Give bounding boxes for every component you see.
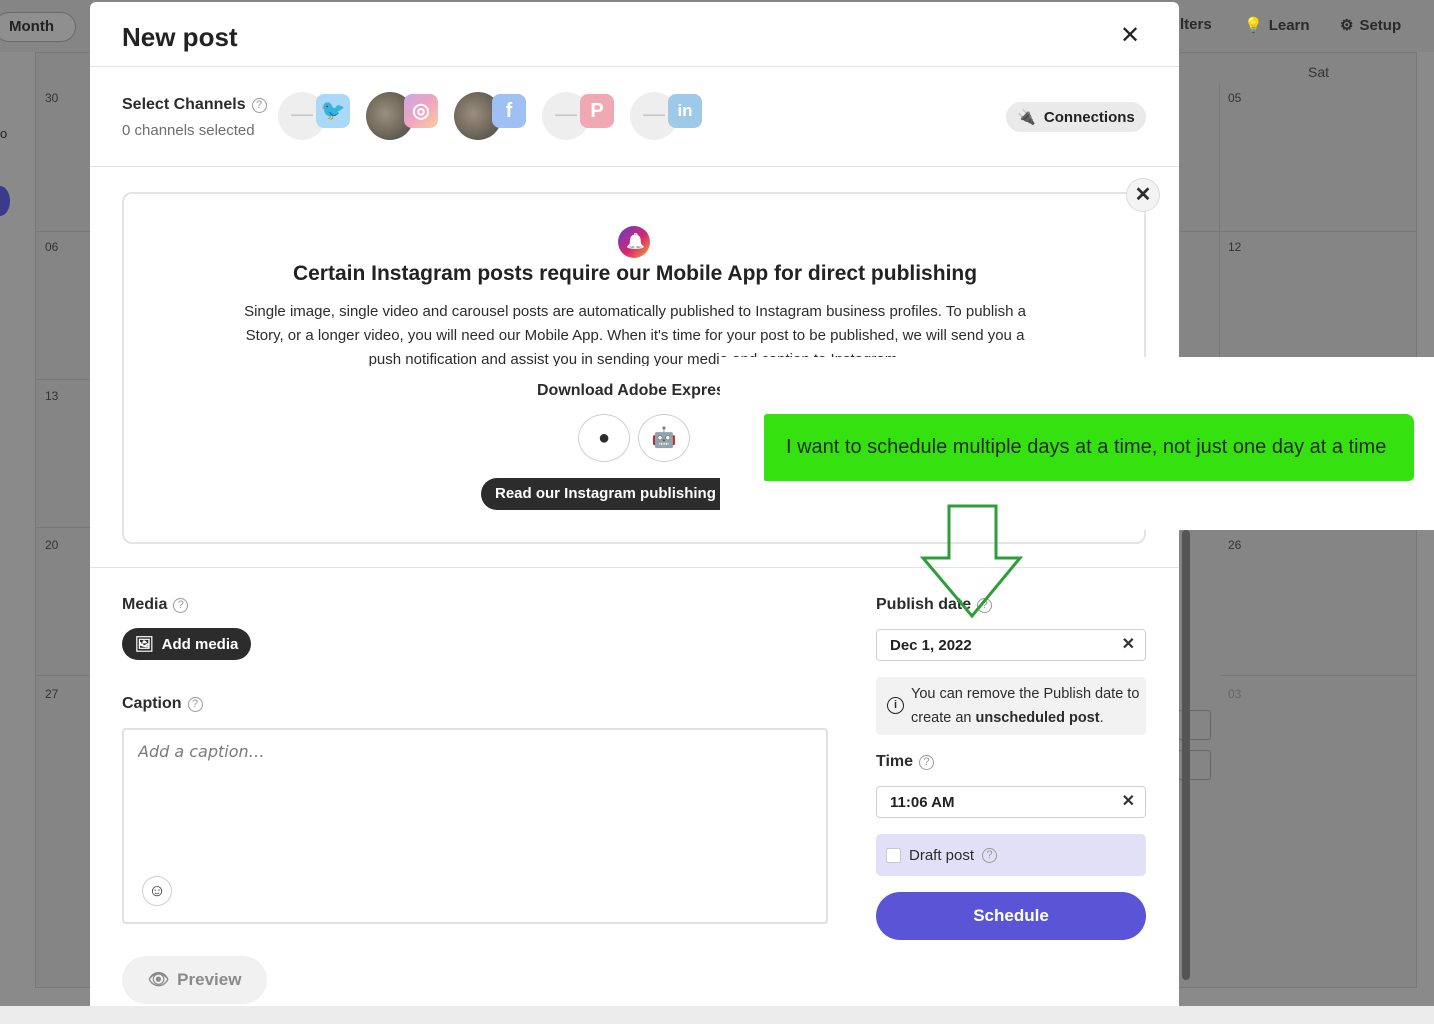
- date-number: 12: [1228, 240, 1242, 254]
- apple-icon: ●: [597, 427, 611, 449]
- caption-label: Caption ?: [122, 695, 203, 713]
- date-number: 26: [1228, 538, 1242, 552]
- calendar-cell[interactable]: [1180, 84, 1220, 232]
- date-number: 03: [1228, 687, 1242, 701]
- google-play-button[interactable]: 🤖: [638, 414, 690, 462]
- draft-checkbox[interactable]: [886, 847, 901, 863]
- facebook-icon: f: [492, 94, 526, 128]
- caption-label-text: Caption: [122, 695, 182, 712]
- media-label: Media ?: [122, 596, 189, 614]
- time-label-text: Time: [876, 753, 914, 770]
- schedule-button[interactable]: Schedule: [876, 892, 1146, 940]
- lightbulb-icon: 💡: [1244, 17, 1263, 34]
- calendar-cell[interactable]: [1220, 528, 1417, 676]
- info-text-bold: unscheduled post: [975, 710, 1100, 726]
- media-label-text: Media: [122, 596, 168, 613]
- preview-button[interactable]: 👁 Preview: [122, 956, 267, 1004]
- download-label: Download Adobe Express: [537, 382, 721, 399]
- notice-title: Certain Instagram posts require our Mobi…: [292, 262, 978, 285]
- date-number: 05: [1228, 91, 1242, 105]
- connections-label: Connections: [1043, 108, 1135, 126]
- add-media-label: Add media: [161, 635, 239, 653]
- calendar-cell[interactable]: [35, 676, 91, 988]
- date-number: 13: [45, 389, 59, 403]
- sidebar-edge-text: o: [0, 126, 8, 141]
- android-icon: 🤖: [651, 427, 677, 449]
- month-view-button[interactable]: Month: [0, 12, 76, 42]
- calendar-cell[interactable]: [35, 528, 91, 676]
- help-icon[interactable]: ?: [251, 97, 267, 113]
- instagram-guide-button[interactable]: Read our Instagram publishing guide: [481, 478, 720, 510]
- linkedin-icon: in: [668, 94, 702, 128]
- learn-button[interactable]: 💡 Learn: [1244, 16, 1310, 35]
- instagram-icon: ◎: [404, 94, 438, 128]
- channel-linkedin[interactable]: — in: [630, 92, 720, 144]
- image-icon: 🖼: [134, 636, 154, 653]
- down-arrow-icon: [920, 504, 1024, 619]
- channels-selected-count: 0 channels selected: [122, 122, 255, 139]
- weekday-header-sat: Sat: [1308, 64, 1330, 80]
- scrollbar[interactable]: [1182, 530, 1190, 980]
- add-media-button[interactable]: 🖼 Add media: [122, 628, 251, 660]
- caption-input[interactable]: [138, 742, 808, 872]
- twitter-icon: 🐦: [316, 94, 350, 128]
- date-number: 30: [45, 91, 59, 105]
- publish-date-info: i You can remove the Publish date to cre…: [876, 677, 1146, 735]
- channel-instagram[interactable]: ◎: [366, 92, 456, 144]
- preview-label: Preview: [177, 970, 242, 989]
- learn-label: Learn: [1268, 16, 1310, 34]
- apple-app-store-button[interactable]: ●: [578, 414, 630, 462]
- plug-icon: 🔌: [1017, 109, 1036, 126]
- date-number: 20: [45, 538, 59, 552]
- help-icon[interactable]: ?: [187, 696, 203, 712]
- help-icon[interactable]: ?: [982, 847, 998, 863]
- annotation-note: I want to schedule multiple days at a ti…: [764, 414, 1414, 481]
- time-value: 11:06 AM: [890, 793, 955, 811]
- draft-post-toggle[interactable]: Draft post ?: [876, 834, 1146, 876]
- publish-date-value: Dec 1, 2022: [890, 636, 972, 654]
- setup-label: Setup: [1359, 16, 1402, 34]
- emoji-icon[interactable]: ☺: [142, 876, 172, 906]
- pinterest-icon: P: [580, 94, 614, 128]
- sidebar-edge-avatar: [0, 186, 10, 216]
- channel-twitter[interactable]: — 🐦: [278, 92, 368, 144]
- calendar-cell[interactable]: [1220, 84, 1417, 232]
- select-channels-text: Select Channels: [122, 96, 246, 113]
- close-icon[interactable]: ✕: [1116, 22, 1144, 50]
- close-icon[interactable]: ✕: [1126, 178, 1160, 212]
- select-channels-label: Select Channels ?: [122, 96, 267, 114]
- caption-field: ☺: [122, 728, 828, 924]
- filters-label: lters: [1180, 16, 1212, 33]
- calendar-cell[interactable]: [35, 232, 91, 380]
- help-icon[interactable]: ?: [173, 597, 189, 613]
- calendar-cell[interactable]: [35, 84, 91, 232]
- divider: [90, 66, 1179, 67]
- gear-icon: ⚙: [1340, 17, 1354, 34]
- info-icon: i: [887, 697, 904, 714]
- setup-button[interactable]: ⚙ Setup: [1340, 16, 1402, 35]
- clear-icon[interactable]: ✕: [1122, 634, 1135, 654]
- divider: [90, 166, 1179, 167]
- connections-button[interactable]: 🔌 Connections: [1006, 102, 1146, 132]
- info-text-suffix: .: [1099, 710, 1104, 726]
- bell-icon: [618, 226, 650, 258]
- page-bottom-strip: [0, 1006, 1434, 1024]
- eye-icon: 👁: [147, 970, 170, 989]
- modal-title: New post: [122, 22, 238, 52]
- time-input[interactable]: 11:06 AM ✕: [876, 786, 1146, 818]
- calendar-cell[interactable]: [35, 380, 91, 528]
- date-number: 27: [45, 687, 59, 701]
- clear-icon[interactable]: ✕: [1122, 791, 1135, 811]
- channel-pinterest[interactable]: — P: [542, 92, 632, 144]
- publish-date-input[interactable]: Dec 1, 2022 ✕: [876, 629, 1146, 661]
- date-number: 06: [45, 240, 59, 254]
- channel-facebook[interactable]: f: [454, 92, 544, 144]
- filters-button[interactable]: lters: [1180, 16, 1212, 33]
- time-label: Time ?: [876, 753, 935, 771]
- draft-label: Draft post: [909, 846, 975, 864]
- help-icon[interactable]: ?: [919, 754, 935, 770]
- calendar-cell[interactable]: [1220, 676, 1417, 988]
